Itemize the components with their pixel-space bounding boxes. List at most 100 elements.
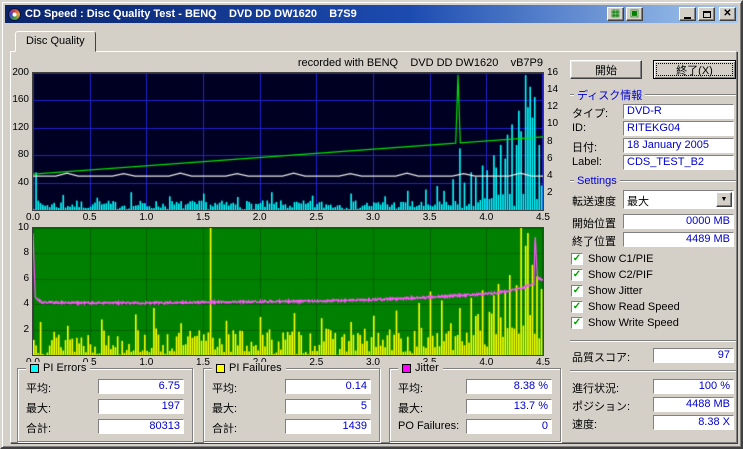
progress-row: 進行状況: 100 % <box>570 379 736 394</box>
axis-tick-label: 4.5 <box>528 212 558 224</box>
minimize-button[interactable] <box>679 7 696 21</box>
settings-header: Settings <box>570 175 736 187</box>
checkbox-icon[interactable]: ✓ <box>571 317 583 329</box>
checkbox-label: Show Write Speed <box>588 317 679 329</box>
axis-tick-label: 2 <box>3 324 29 336</box>
start-button[interactable]: 開始 <box>570 60 642 79</box>
axis-tick-label: 160 <box>3 94 29 106</box>
checkbox-icon[interactable]: ✓ <box>571 301 583 313</box>
stat-row: 平均: 0.14 <box>212 379 371 394</box>
progress-label: 進行状況: <box>572 380 619 396</box>
speed-value: 8.38 X <box>653 415 734 430</box>
divider <box>570 94 574 96</box>
close-button[interactable]: ✕ <box>719 7 736 21</box>
pi-failures-total-value: 1439 <box>285 419 371 434</box>
speed-row: 速度: 8.38 X <box>570 415 736 430</box>
window-title: CD Speed : Disc Quality Test - BENQ DVD … <box>25 8 607 20</box>
stat-row: PO Failures: 0 <box>398 419 552 434</box>
app-window: CD Speed : Disc Quality Test - BENQ DVD … <box>0 0 743 449</box>
axis-tick-label: 80 <box>3 149 29 161</box>
stat-row: 合計: 80313 <box>26 419 184 434</box>
maximize-button[interactable] <box>698 7 715 21</box>
axis-tick-label: 3.0 <box>358 212 388 224</box>
checkbox-icon[interactable]: ✓ <box>571 285 583 297</box>
axis-tick-label: 0.5 <box>75 212 105 224</box>
axis-tick-label: 1.5 <box>188 212 218 224</box>
start-position-value: 0000 MB <box>623 214 734 229</box>
po-failures-label: PO Failures: <box>398 420 459 432</box>
app-icon <box>8 8 21 21</box>
axis-tick-label: 10 <box>547 118 569 130</box>
jitter-legend: Jitter <box>398 362 443 374</box>
transfer-speed-value: 最大 <box>627 193 649 209</box>
divider <box>645 94 736 96</box>
disc-info-header: ディスク情報 <box>570 89 736 101</box>
checkbox-show-write-speed[interactable]: ✓ Show Write Speed <box>571 316 679 330</box>
disc-type-value: DVD-R <box>623 104 734 119</box>
pi-failures-legend: PI Failures <box>212 362 286 374</box>
stat-row: 平均: 8.38 % <box>398 379 552 394</box>
maximum-label: 最大: <box>26 400 51 416</box>
pi-failures-stats-group: PI Failures 平均: 0.14 最大: 5 合計: 1439 <box>203 368 380 442</box>
end-position-row: 終了位置 4489 MB <box>570 232 736 247</box>
disc-type-row: タイプ: DVD-R <box>570 104 736 119</box>
maximum-label: 最大: <box>398 400 423 416</box>
titlebar[interactable]: CD Speed : Disc Quality Test - BENQ DVD … <box>5 5 738 23</box>
jitter-swatch <box>402 364 411 373</box>
transfer-speed-row: 転送速度 最大 ▼ <box>570 190 736 209</box>
disc-id-label: ID: <box>572 122 586 134</box>
axis-tick-label: 14 <box>547 84 569 96</box>
axis-tick-label: 4 <box>547 170 569 182</box>
progress-value: 100 % <box>653 379 734 394</box>
pi-errors-stats-group: PI Errors 平均: 6.75 最大: 197 合計: 80313 <box>17 368 193 442</box>
settings-title: Settings <box>577 175 617 187</box>
checkbox-show-jitter[interactable]: ✓ Show Jitter <box>571 284 642 298</box>
end-position-label: 終了位置 <box>572 233 616 249</box>
green-disc-icon[interactable]: ▣ <box>626 7 643 21</box>
chart-header: recorded with BENQ DVD DD DW1620 vB7P9 <box>33 57 543 69</box>
jitter-legend-label: Jitter <box>415 362 439 374</box>
quality-score-value: 97 <box>653 348 734 363</box>
pi-errors-average-value: 6.75 <box>98 379 184 394</box>
jitter-maximum-value: 13.7 % <box>466 399 552 414</box>
disc-info-title: ディスク情報 <box>577 87 642 103</box>
position-row: ポジション: 4488 MB <box>570 397 736 412</box>
divider <box>620 180 736 182</box>
transfer-speed-label: 転送速度 <box>572 193 616 209</box>
pi-failures-average-value: 0.14 <box>285 379 371 394</box>
jitter-chart-area: 2468100.00.51.01.52.02.53.03.54.04.5 <box>32 227 544 356</box>
transfer-speed-combobox[interactable]: 最大 ▼ <box>623 190 734 209</box>
axis-tick-label: 12 <box>547 101 569 113</box>
pi-errors-chart-area: 40801201602002468101214160.00.51.01.52.0… <box>32 72 544 211</box>
green-chart-icon[interactable]: ▦ <box>607 7 624 21</box>
pi-failures-swatch <box>216 364 225 373</box>
stat-row: 最大: 5 <box>212 399 371 414</box>
axis-tick-label: 40 <box>3 177 29 189</box>
position-label: ポジション: <box>572 398 630 414</box>
total-label: 合計: <box>212 420 237 436</box>
start-position-label: 開始位置 <box>572 215 616 231</box>
checkbox-show-read-speed[interactable]: ✓ Show Read Speed <box>571 300 680 314</box>
checkbox-icon[interactable]: ✓ <box>571 253 583 265</box>
pi-failures-maximum-value: 5 <box>285 399 371 414</box>
checkbox-label: Show Jitter <box>588 285 642 297</box>
average-label: 平均: <box>212 380 237 396</box>
axis-tick-label: 4.0 <box>471 212 501 224</box>
po-failures-value: 0 <box>466 419 552 434</box>
disc-id-row: ID: RITEKG04 <box>570 121 736 136</box>
close-icon: ✕ <box>723 9 731 19</box>
divider <box>570 180 574 182</box>
tab-disc-quality[interactable]: Disc Quality <box>15 31 96 52</box>
checkbox-show-c2-pif[interactable]: ✓ Show C2/PIF <box>571 268 653 282</box>
dropdown-arrow-button[interactable]: ▼ <box>716 192 732 207</box>
axis-tick-label: 2.0 <box>245 212 275 224</box>
axis-tick-label: 6 <box>547 153 569 165</box>
disc-type-label: タイプ: <box>572 105 608 121</box>
pi-errors-total-value: 80313 <box>98 419 184 434</box>
total-label: 合計: <box>26 420 51 436</box>
axis-tick-label: 120 <box>3 122 29 134</box>
checkbox-icon[interactable]: ✓ <box>571 269 583 281</box>
checkbox-show-c1-pie[interactable]: ✓ Show C1/PIE <box>571 252 653 266</box>
exit-button[interactable]: 終了(X) <box>653 60 736 79</box>
speed-label: 速度: <box>572 416 597 432</box>
